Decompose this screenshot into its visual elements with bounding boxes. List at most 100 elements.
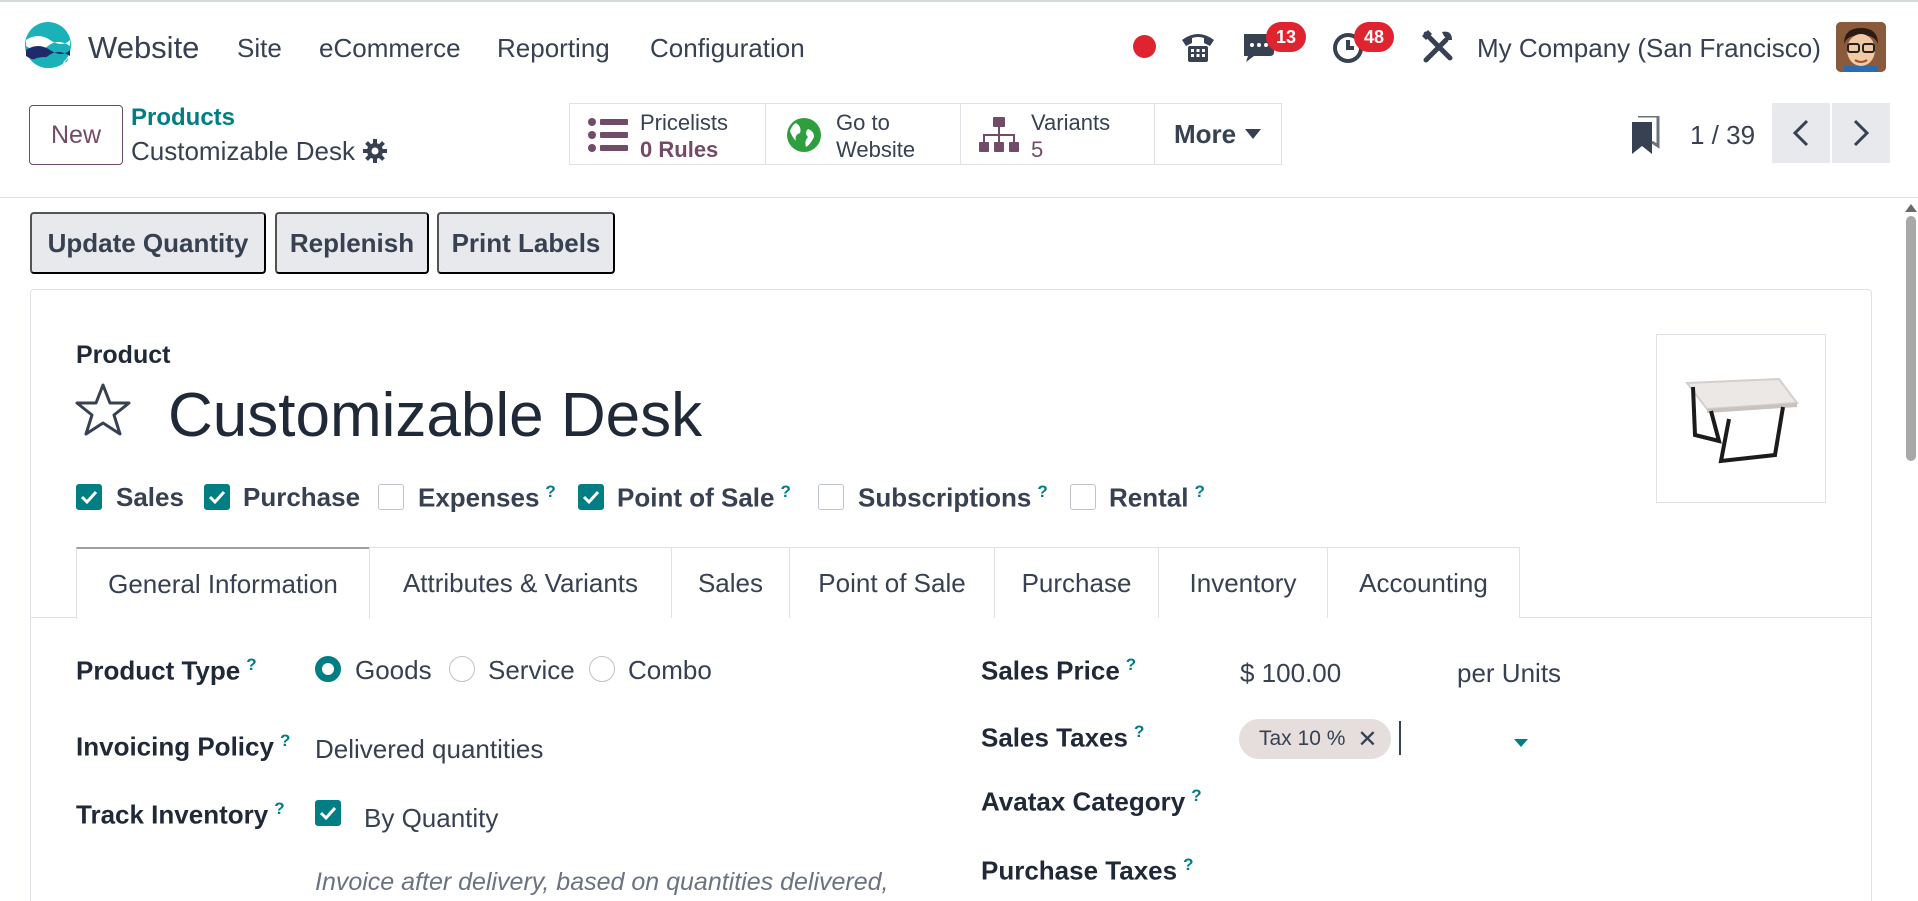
purchase-checkbox[interactable] [204,484,230,510]
point-of-sale-flag-label: Point of Sale? [617,482,791,513]
tag-remove-icon[interactable]: ✕ [1357,725,1377,754]
tax-tag: Tax 10 % ✕ [1239,719,1391,759]
menu-ecommerce[interactable]: eCommerce [319,33,461,64]
scrollbar-thumb[interactable] [1906,216,1916,461]
list-icon [588,118,628,152]
track-inventory-checkbox[interactable] [315,800,341,826]
product-type-goods-radio[interactable] [315,656,341,682]
app-name[interactable]: Website [88,30,199,66]
subscriptions-flag-label: Subscriptions? [858,482,1048,513]
help-tooltip-icon[interactable]: ? [1191,786,1201,805]
scroll-up-arrow-icon[interactable] [1905,204,1917,212]
product-type-service-label[interactable]: Service [488,655,575,686]
subscriptions-checkbox[interactable] [818,484,844,510]
tab-general-information[interactable]: General Information [76,547,370,619]
help-tooltip-icon[interactable]: ? [1037,482,1047,501]
product-type-goods-label[interactable]: Goods [355,655,432,686]
sales-taxes-label: Sales Taxes? [981,722,1145,753]
print-labels-button[interactable]: Print Labels [437,212,615,274]
invoice-policy-help-text: Invoice after delivery, based on quantit… [315,868,889,896]
go-to-website-smart-button[interactable]: Go to Website [765,103,961,165]
favorite-star-icon[interactable] [74,382,132,438]
check-icon [319,806,337,821]
tab-accounting[interactable]: Accounting [1327,547,1520,618]
pricelists-smart-button[interactable]: Pricelists 0 Rules [569,103,766,165]
invoicing-policy-select[interactable]: Delivered quantities [315,734,543,765]
control-panel: New Products Customizable Desk Pricelist… [0,90,1918,198]
expenses-checkbox[interactable] [378,484,404,510]
help-tooltip-icon[interactable]: ? [1126,655,1136,674]
sales-flag-label: Sales [116,482,184,512]
product-type-combo-radio[interactable] [589,656,615,682]
track-inventory-value[interactable]: By Quantity [364,803,498,834]
product-type-label: Product Type? [76,655,257,686]
help-tooltip-icon[interactable]: ? [280,731,290,750]
sitemap-icon [979,117,1019,152]
update-quantity-button[interactable]: Update Quantity [30,212,266,274]
help-tooltip-icon[interactable]: ? [274,799,284,818]
variants-label: Variants [1031,110,1111,135]
tab-purchase[interactable]: Purchase [994,547,1159,618]
activities-badge: 48 [1354,22,1394,52]
tab-attributes-variants[interactable]: Attributes & Variants [369,547,672,618]
track-inventory-label: Track Inventory? [76,799,285,830]
breadcrumb-products[interactable]: Products [131,104,235,132]
help-tooltip-icon[interactable]: ? [545,482,555,501]
tools-icon[interactable] [1418,26,1458,66]
company-switcher[interactable]: My Company (San Francisco) [1477,33,1821,64]
tab-inventory[interactable]: Inventory [1158,547,1328,618]
help-tooltip-icon[interactable]: ? [246,655,256,674]
user-avatar-image-icon [1836,22,1886,72]
website-label: Website [836,137,916,162]
menu-site[interactable]: Site [237,33,282,64]
pager-next-button[interactable] [1832,103,1890,163]
product-name-input[interactable]: Customizable Desk [168,380,702,451]
product-type-combo-label[interactable]: Combo [628,655,712,686]
rental-checkbox[interactable] [1070,484,1096,510]
chevron-right-icon [1853,119,1870,147]
replenish-button[interactable]: Replenish [275,212,429,274]
new-button[interactable]: New [29,105,123,165]
invoicing-policy-label: Invoicing Policy? [76,731,291,762]
gear-icon[interactable] [362,138,388,164]
website-app-logo-icon[interactable] [24,20,72,70]
check-icon [582,490,600,505]
bookmark-icon[interactable] [1630,116,1660,154]
sales-price-label: Sales Price? [981,655,1137,686]
more-button[interactable]: More [1154,103,1282,165]
menu-reporting[interactable]: Reporting [497,33,610,64]
help-tooltip-icon[interactable]: ? [1134,722,1144,741]
sales-checkbox[interactable] [76,484,102,510]
help-tooltip-icon[interactable]: ? [1194,482,1204,501]
main-navbar: Website Site eCommerce Reporting Configu… [0,2,1918,90]
globe-icon [787,118,821,152]
purchase-taxes-label: Purchase Taxes? [981,855,1194,886]
product-type-service-radio[interactable] [449,656,475,682]
product-image[interactable] [1656,334,1826,503]
check-icon [80,490,98,505]
help-tooltip-icon[interactable]: ? [1183,855,1193,874]
pager-value[interactable]: 1 / 39 [1690,120,1755,151]
messages-badge: 13 [1266,22,1306,52]
desk-image-icon [1685,377,1799,464]
variants-smart-button[interactable]: Variants 5 [960,103,1156,165]
sales-price-input[interactable]: $ 100.00 [1240,658,1341,689]
phone-icon[interactable] [1178,26,1218,66]
go-to-label: Go to [836,110,890,135]
variants-count: 5 [1031,137,1044,162]
pricelists-rules: 0 Rules [640,137,719,162]
recording-indicator-icon[interactable] [1133,35,1156,58]
purchase-flag-label: Purchase [243,482,361,512]
dropdown-arrow-icon[interactable] [1514,739,1528,747]
menu-configuration[interactable]: Configuration [650,33,805,64]
sales-taxes-input[interactable] [1399,721,1401,755]
product-label: Product [76,341,171,369]
help-tooltip-icon[interactable]: ? [780,482,790,501]
tab-sales[interactable]: Sales [671,547,790,618]
point-of-sale-checkbox[interactable] [578,484,604,510]
pager-previous-button[interactable] [1772,103,1830,163]
tab-point-of-sale[interactable]: Point of Sale [789,547,995,618]
user-avatar[interactable] [1836,22,1886,72]
rental-flag-label: Rental? [1109,482,1205,513]
chevron-left-icon [1792,119,1809,147]
